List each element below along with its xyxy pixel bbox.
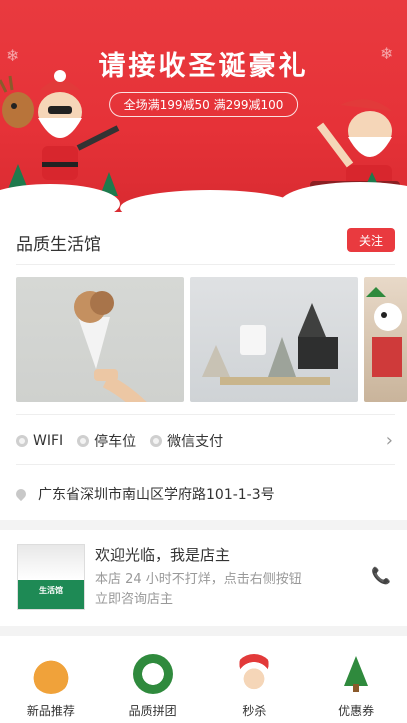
chevron-right-icon[interactable]: › xyxy=(386,430,393,451)
wreath-icon xyxy=(132,654,173,694)
store-photo-partial[interactable] xyxy=(364,277,407,402)
store-section: 品质生活馆 关注 WIFI 停车位 微信支付 › 广东省深圳市南山区学府路101… xyxy=(0,212,407,520)
wechat-pay-icon xyxy=(150,435,163,447)
nav-item-group-buy[interactable]: 品质拼团 xyxy=(102,636,204,723)
store-photo-candles[interactable] xyxy=(190,277,358,402)
tree-icon xyxy=(336,654,376,694)
amenities-row[interactable]: WIFI 停车位 微信支付 xyxy=(16,430,395,452)
nav-label: 品质拼团 xyxy=(128,704,177,718)
wifi-icon xyxy=(16,435,28,447)
nav-item-new-arrivals[interactable]: 新品推荐 xyxy=(0,636,102,723)
nav-item-coupons[interactable]: 优惠券 xyxy=(305,636,407,723)
reindeer-icon xyxy=(30,654,71,694)
owner-card[interactable]: 生活馆 欢迎光临，我是店主 本店 24 小时不打烊，点击右侧按钮立即咨询店主 📞 xyxy=(0,530,407,626)
store-photo-ice-cream[interactable] xyxy=(16,277,184,402)
nav-item-flash-sale[interactable]: 秒杀 xyxy=(204,636,306,723)
divider xyxy=(16,264,395,265)
store-title: 品质生活馆 xyxy=(16,235,101,255)
bottom-feature-nav: 新品推荐 品质拼团 秒杀 优惠券 xyxy=(0,636,407,723)
owner-image-tag: 生活馆 xyxy=(39,586,63,595)
nav-label: 新品推荐 xyxy=(26,704,75,718)
banner-promo: 全场满199减50 满299减100 xyxy=(108,92,299,117)
divider xyxy=(16,464,395,465)
store-address[interactable]: 广东省深圳市南山区学府路101-1-3号 xyxy=(13,484,275,504)
follow-button[interactable]: 关注 xyxy=(347,228,395,252)
amenity-wechat-pay: 微信支付 xyxy=(150,431,223,451)
divider xyxy=(16,414,395,415)
christmas-banner[interactable]: ❄ ❄ 请接收圣诞豪礼 全场满199减50 满299减100 xyxy=(0,0,407,212)
nav-label: 秒杀 xyxy=(242,704,267,718)
location-pin-icon xyxy=(13,486,29,502)
nav-label: 优惠券 xyxy=(338,704,375,718)
owner-description: 本店 24 小时不打烊，点击右侧按钮立即咨询店主 xyxy=(95,572,302,607)
owner-avatar-image: 生活馆 xyxy=(17,544,85,610)
santa-icon xyxy=(234,654,275,694)
owner-title: 欢迎光临，我是店主 xyxy=(95,546,231,564)
amenity-wifi: WIFI xyxy=(16,433,63,449)
amenity-parking: 停车位 xyxy=(77,431,136,451)
phone-icon[interactable]: 📞 xyxy=(371,566,391,585)
parking-icon xyxy=(77,435,90,447)
